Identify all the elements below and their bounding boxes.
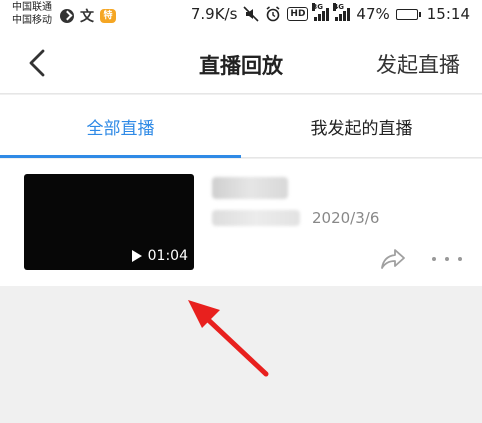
start-live-button[interactable]: 发起直播	[376, 49, 460, 79]
list-item[interactable]: 01:04 2020/3/6	[0, 159, 482, 286]
more-dot-icon	[458, 257, 462, 261]
share-button[interactable]	[380, 248, 406, 270]
item-date: 2020/3/6	[312, 209, 380, 227]
battery-icon	[395, 8, 421, 20]
mute-icon	[243, 6, 259, 22]
more-dot-icon	[432, 257, 436, 261]
item-subtitle-blurred	[212, 210, 300, 226]
status-right: 7.9K/s HD 3G 4G 47% 15:14	[190, 3, 470, 23]
app-notification-icon	[60, 9, 74, 23]
network-4g-label: 4G	[333, 3, 345, 11]
hd-icon: HD	[287, 7, 309, 21]
carrier-info: 中国联通 中国移动	[12, 1, 52, 27]
play-icon	[131, 250, 142, 262]
video-thumbnail[interactable]: 01:04	[24, 174, 194, 270]
carrier-2: 中国移动	[12, 15, 52, 26]
video-duration: 01:04	[131, 248, 188, 264]
network-speed: 7.9K/s	[190, 5, 238, 23]
tab-my-live[interactable]: 我发起的直播	[241, 95, 482, 158]
notification-icons: 文 特	[60, 6, 116, 26]
tab-bar: 全部直播 我发起的直播	[0, 95, 482, 158]
item-title-blurred	[212, 177, 288, 199]
sale-icon: 特	[100, 9, 116, 23]
wen-icon: 文	[80, 9, 94, 25]
tab-all-live[interactable]: 全部直播	[0, 95, 241, 158]
nav-bar: 直播回放 发起直播	[0, 32, 482, 94]
share-icon	[381, 249, 405, 269]
signal-3g-icon: 3G	[312, 3, 330, 21]
more-dot-icon	[445, 257, 449, 261]
tab-indicator	[0, 155, 241, 158]
signal-4g-icon: 4G	[333, 3, 351, 21]
network-3g-label: 3G	[312, 3, 324, 11]
duration-text: 01:04	[147, 248, 188, 264]
annotation-arrow-icon	[188, 300, 269, 377]
alarm-icon	[265, 6, 281, 22]
battery-percent: 47%	[356, 5, 390, 23]
clock: 15:14	[426, 5, 470, 23]
more-button[interactable]	[432, 253, 462, 265]
carrier-1: 中国联通	[12, 2, 52, 13]
status-bar: 中国联通 中国移动 文 特 7.9K/s HD 3G 4G 47% 15:14	[0, 0, 482, 32]
